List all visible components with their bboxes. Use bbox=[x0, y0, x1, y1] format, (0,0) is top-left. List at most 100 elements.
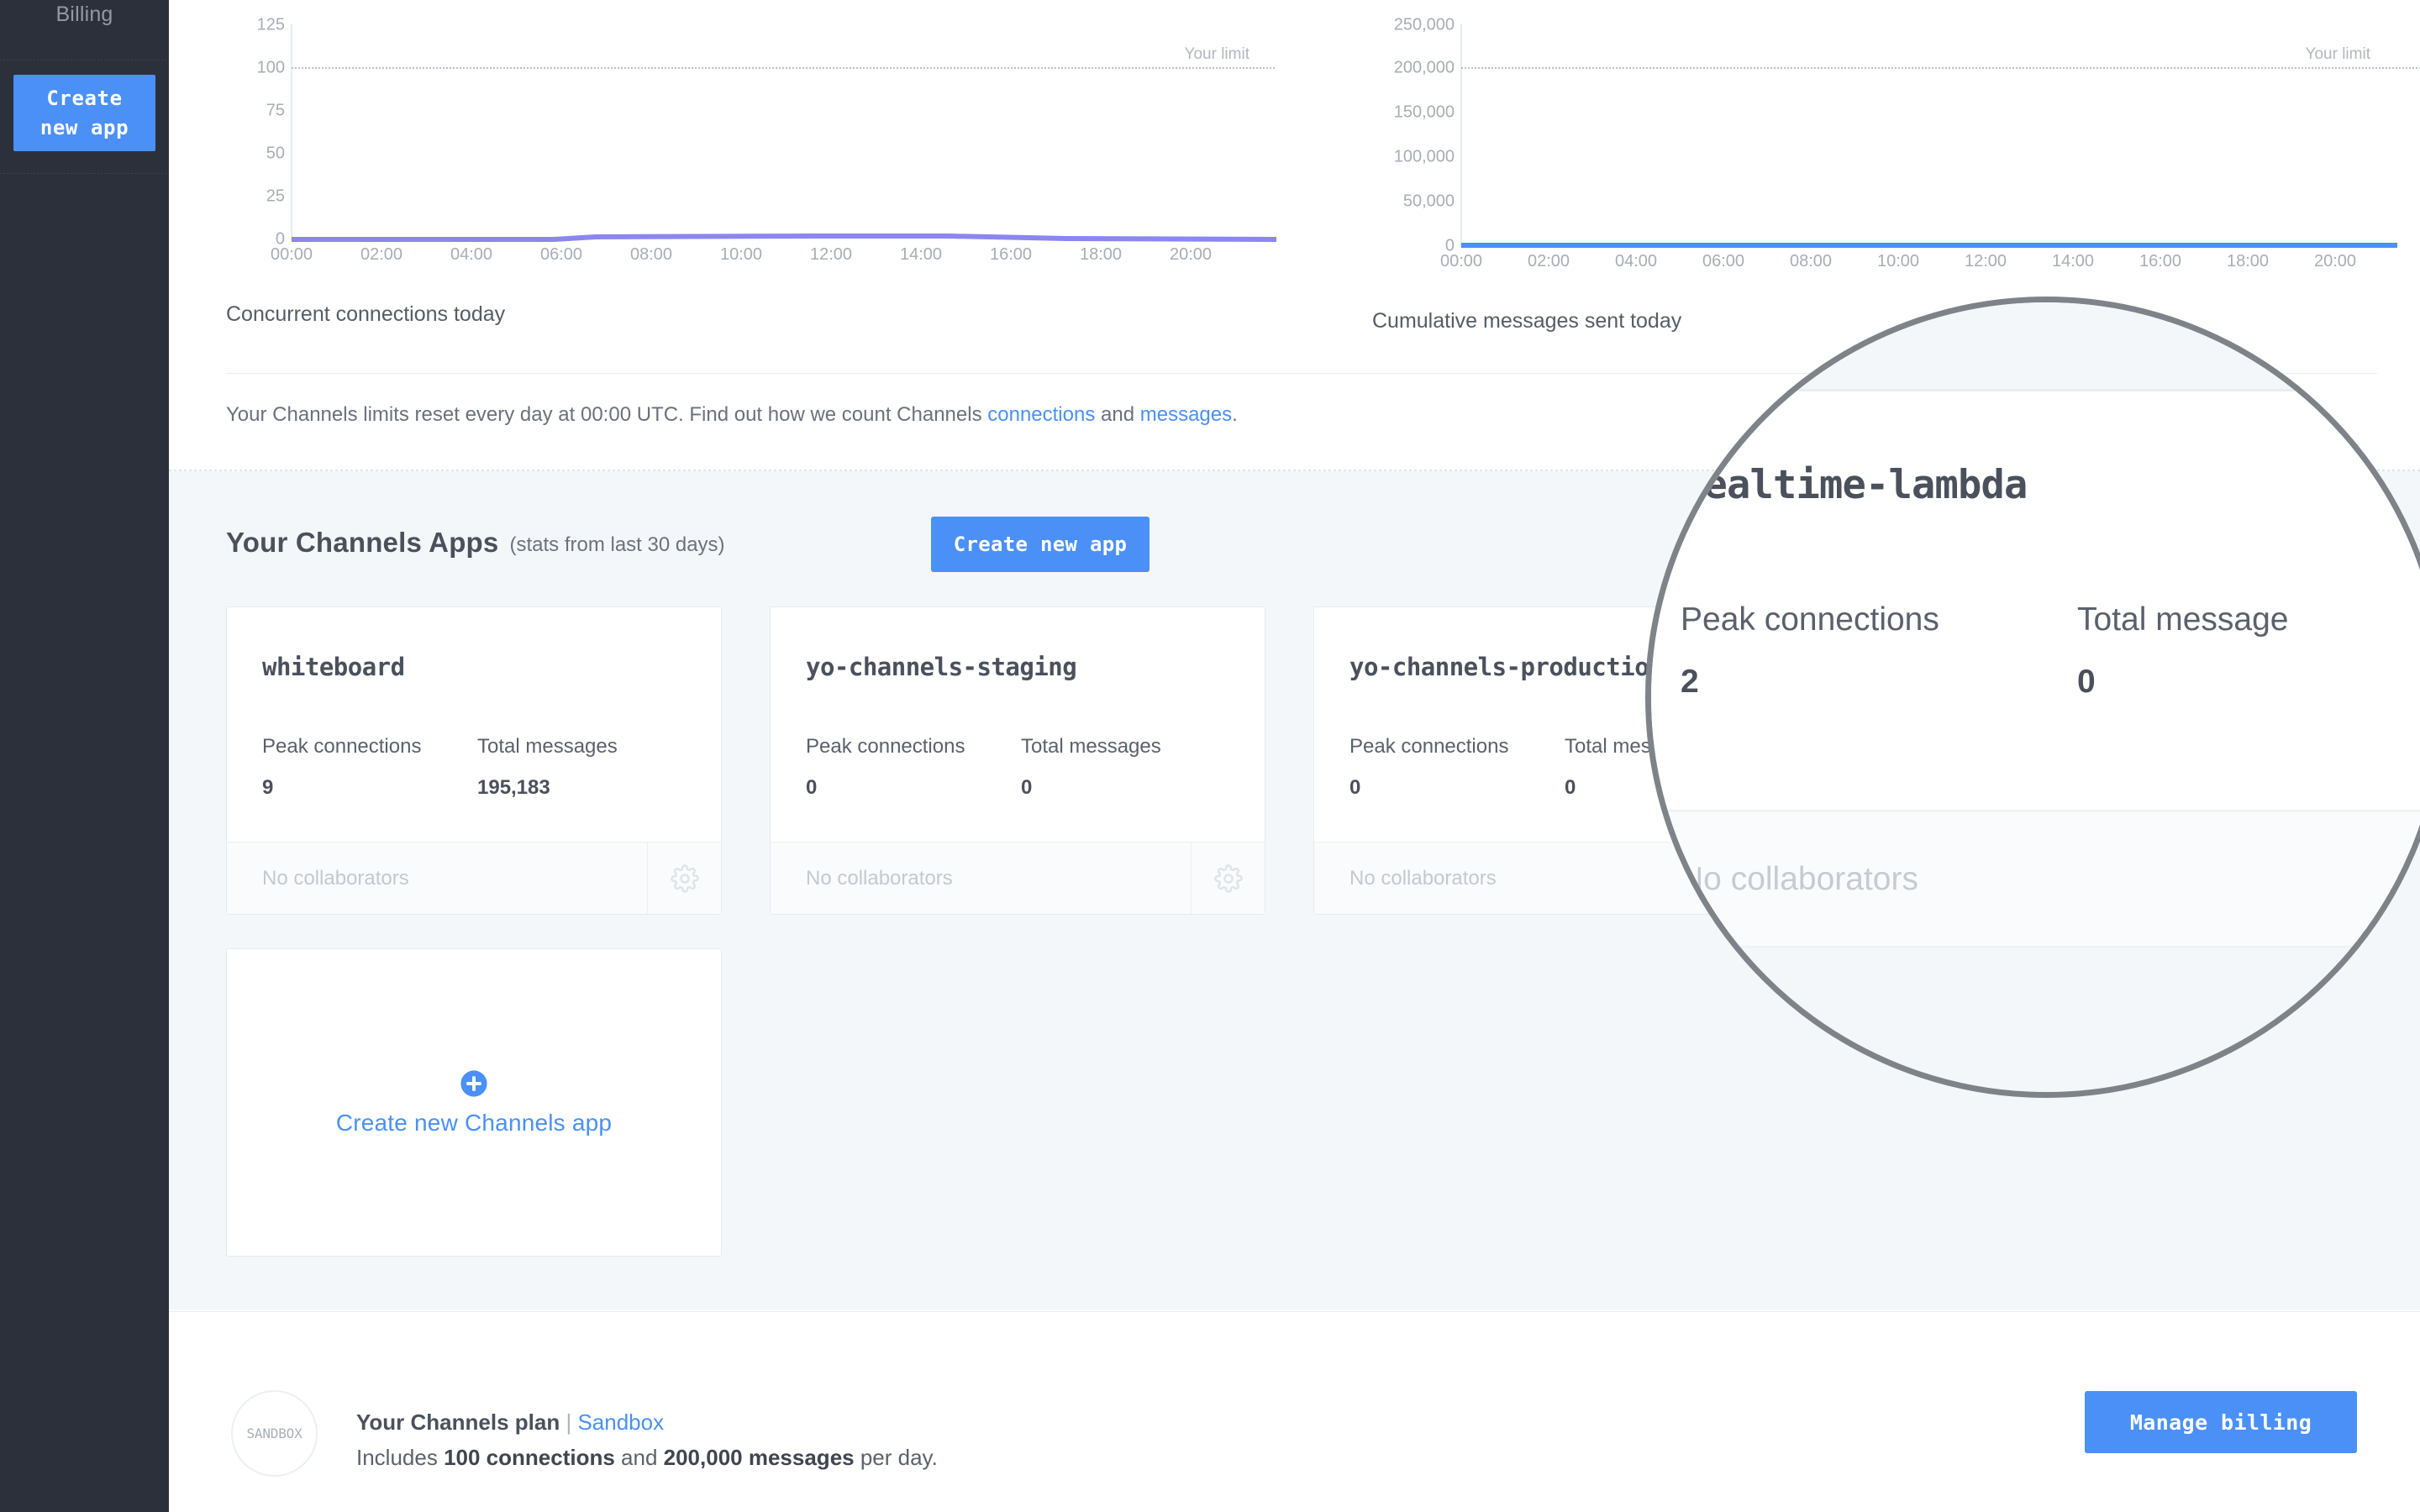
chart-caption-connections: Concurrent connections today bbox=[226, 302, 505, 327]
app-card-body: yo-channels-productio Peak connections 0… bbox=[1314, 607, 1808, 843]
apps-subtitle: (stats from last 30 days) bbox=[509, 533, 724, 557]
app-name: whiteboard bbox=[262, 653, 405, 681]
chart-limit-label-messages: Your limit bbox=[2306, 45, 2370, 64]
stat-value: 0 bbox=[1565, 776, 1705, 800]
stat-label: Total messages bbox=[1021, 735, 1161, 759]
apps-panel: Your Channels Apps (stats from last 30 d… bbox=[169, 471, 2420, 1310]
x-tick: 02:00 bbox=[360, 245, 402, 265]
plan-title-row: Your Channels plan | Sandbox bbox=[356, 1410, 664, 1436]
app-settings-button[interactable] bbox=[1734, 843, 1808, 914]
plan-footer: SANDBOX Your Channels plan | Sandbox Inc… bbox=[169, 1311, 2420, 1512]
x-tick: 00:00 bbox=[1440, 252, 1482, 271]
page-root: Billing Create new app 0 25 50 75 100 12… bbox=[0, 0, 2420, 1512]
chart-concurrent-connections: 0 25 50 75 100 125 Your limit 00:00 bbox=[226, 0, 1318, 252]
limits-note: Your Channels limits reset every day at … bbox=[226, 403, 1238, 427]
collaborators-label: No collaborators bbox=[1314, 867, 1734, 890]
x-tick: 10:00 bbox=[1877, 252, 1919, 271]
chart-cumulative-messages: 0 50,000 100,000 150,000 200,000 250,000… bbox=[1372, 0, 2420, 252]
sidebar-divider-bottom bbox=[0, 173, 169, 174]
x-tick: 00:00 bbox=[271, 245, 313, 265]
stat-peak-connections: Peak connections 0 bbox=[806, 735, 965, 800]
chart-x-axis-connections: 00:00 02:00 04:00 06:00 08:00 10:00 12:0… bbox=[292, 245, 1276, 270]
stat-peak-connections: Peak connections 9 bbox=[262, 735, 421, 800]
sandbox-badge: SANDBOX bbox=[231, 1390, 318, 1477]
sandbox-badge-text: SANDBOX bbox=[246, 1425, 302, 1441]
x-tick: 08:00 bbox=[630, 245, 672, 265]
chart-svg-connections bbox=[226, 0, 1276, 252]
stat-label: Total messages bbox=[477, 735, 618, 759]
x-tick: 14:00 bbox=[2052, 252, 2094, 271]
limits-divider bbox=[226, 373, 2377, 374]
x-tick: 12:00 bbox=[810, 245, 852, 265]
stat-label: Peak connections bbox=[806, 735, 965, 759]
stat-value: 195,183 bbox=[477, 776, 618, 800]
gear-icon bbox=[671, 864, 699, 893]
includes-prefix: Includes bbox=[356, 1445, 444, 1470]
app-card-footer: No collaborators bbox=[227, 842, 721, 914]
app-card-body: yo-channels-staging Peak connections 0 T… bbox=[771, 607, 1265, 843]
x-tick: 18:00 bbox=[1080, 245, 1122, 265]
apps-section-header: Your Channels Apps (stats from last 30 d… bbox=[226, 527, 725, 559]
stat-value: 0 bbox=[1021, 776, 1161, 800]
create-new-app-button[interactable]: Create new app bbox=[931, 517, 1150, 572]
app-card-footer: No collaborators bbox=[771, 842, 1265, 914]
app-settings-button[interactable] bbox=[1191, 843, 1265, 914]
create-new-channels-app-label: Create new Channels app bbox=[336, 1110, 612, 1137]
x-tick: 14:00 bbox=[900, 245, 942, 265]
messages-link[interactable]: messages bbox=[1140, 403, 1232, 426]
plus-circle-icon bbox=[460, 1069, 488, 1102]
collaborators-label: No collaborators bbox=[771, 867, 1191, 890]
chart-plot-area-messages: 0 50,000 100,000 150,000 200,000 250,000… bbox=[1372, 0, 2420, 252]
stat-total-messages: Total messages 195,183 bbox=[477, 735, 618, 800]
x-tick: 04:00 bbox=[1615, 252, 1657, 271]
stat-value: 0 bbox=[806, 776, 965, 800]
plan-includes-row: Includes 100 connections and 200,000 mes… bbox=[356, 1445, 938, 1471]
chart-limit-label-connections: Your limit bbox=[1185, 45, 1249, 64]
includes-mid: and bbox=[615, 1445, 664, 1470]
app-card-footer: No collaborators bbox=[1314, 842, 1808, 914]
x-tick: 20:00 bbox=[2314, 252, 2356, 271]
x-tick: 06:00 bbox=[540, 245, 582, 265]
connections-link[interactable]: connections bbox=[987, 403, 1095, 426]
includes-connections: 100 connections bbox=[444, 1445, 615, 1470]
x-tick: 08:00 bbox=[1790, 252, 1832, 271]
x-tick: 04:00 bbox=[450, 245, 492, 265]
stat-value: 0 bbox=[1349, 776, 1508, 800]
app-card[interactable]: yo-channels-productio Peak connections 0… bbox=[1313, 606, 1809, 915]
gear-icon bbox=[1758, 864, 1786, 893]
charts-panel: 0 25 50 75 100 125 Your limit 00:00 bbox=[169, 0, 2420, 470]
app-card-body: whiteboard Peak connections 9 Total mess… bbox=[227, 607, 721, 843]
app-card[interactable]: yo-channels-staging Peak connections 0 T… bbox=[770, 606, 1265, 915]
app-settings-button[interactable] bbox=[647, 843, 721, 914]
x-tick: 16:00 bbox=[2139, 252, 2181, 271]
page-title: Your Channels Apps bbox=[226, 527, 498, 559]
sidebar-item-billing-label: Billing bbox=[55, 3, 113, 27]
stat-label: Peak connections bbox=[262, 735, 421, 759]
includes-messages: 200,000 messages bbox=[664, 1445, 855, 1470]
includes-suffix: per day. bbox=[855, 1445, 938, 1470]
stat-label: Total messages bbox=[1565, 735, 1705, 759]
stat-total-messages: Total messages 0 bbox=[1021, 735, 1161, 800]
sidebar-item-billing[interactable]: Billing bbox=[0, 0, 169, 40]
app-name: yo-channels-productio bbox=[1349, 653, 1649, 681]
x-tick: 12:00 bbox=[1965, 252, 2007, 271]
stat-value: 9 bbox=[262, 776, 421, 800]
x-tick: 02:00 bbox=[1528, 252, 1570, 271]
stat-total-messages: Total messages 0 bbox=[1565, 735, 1705, 800]
main-content: 0 25 50 75 100 125 Your limit 00:00 bbox=[169, 0, 2420, 1512]
stat-label: Peak connections bbox=[1349, 735, 1508, 759]
x-tick: 10:00 bbox=[720, 245, 762, 265]
chart-svg-messages bbox=[1372, 0, 2420, 252]
limits-note-part2: and bbox=[1095, 403, 1139, 426]
manage-billing-button[interactable]: Manage billing bbox=[2085, 1391, 2357, 1453]
sidebar-create-new-app-button[interactable]: Create new app bbox=[13, 75, 155, 151]
gear-icon bbox=[1214, 864, 1243, 893]
chart-x-axis-messages: 00:00 02:00 04:00 06:00 08:00 10:00 12:0… bbox=[1461, 252, 2420, 277]
sidebar: Billing Create new app bbox=[0, 0, 169, 1512]
x-tick: 18:00 bbox=[2227, 252, 2269, 271]
plan-name-link[interactable]: Sandbox bbox=[577, 1410, 664, 1435]
app-card[interactable]: whiteboard Peak connections 9 Total mess… bbox=[226, 606, 722, 915]
limits-note-part1: Your Channels limits reset every day at … bbox=[226, 403, 987, 426]
x-tick: 16:00 bbox=[990, 245, 1032, 265]
create-new-channels-app-card[interactable]: Create new Channels app bbox=[226, 948, 722, 1257]
